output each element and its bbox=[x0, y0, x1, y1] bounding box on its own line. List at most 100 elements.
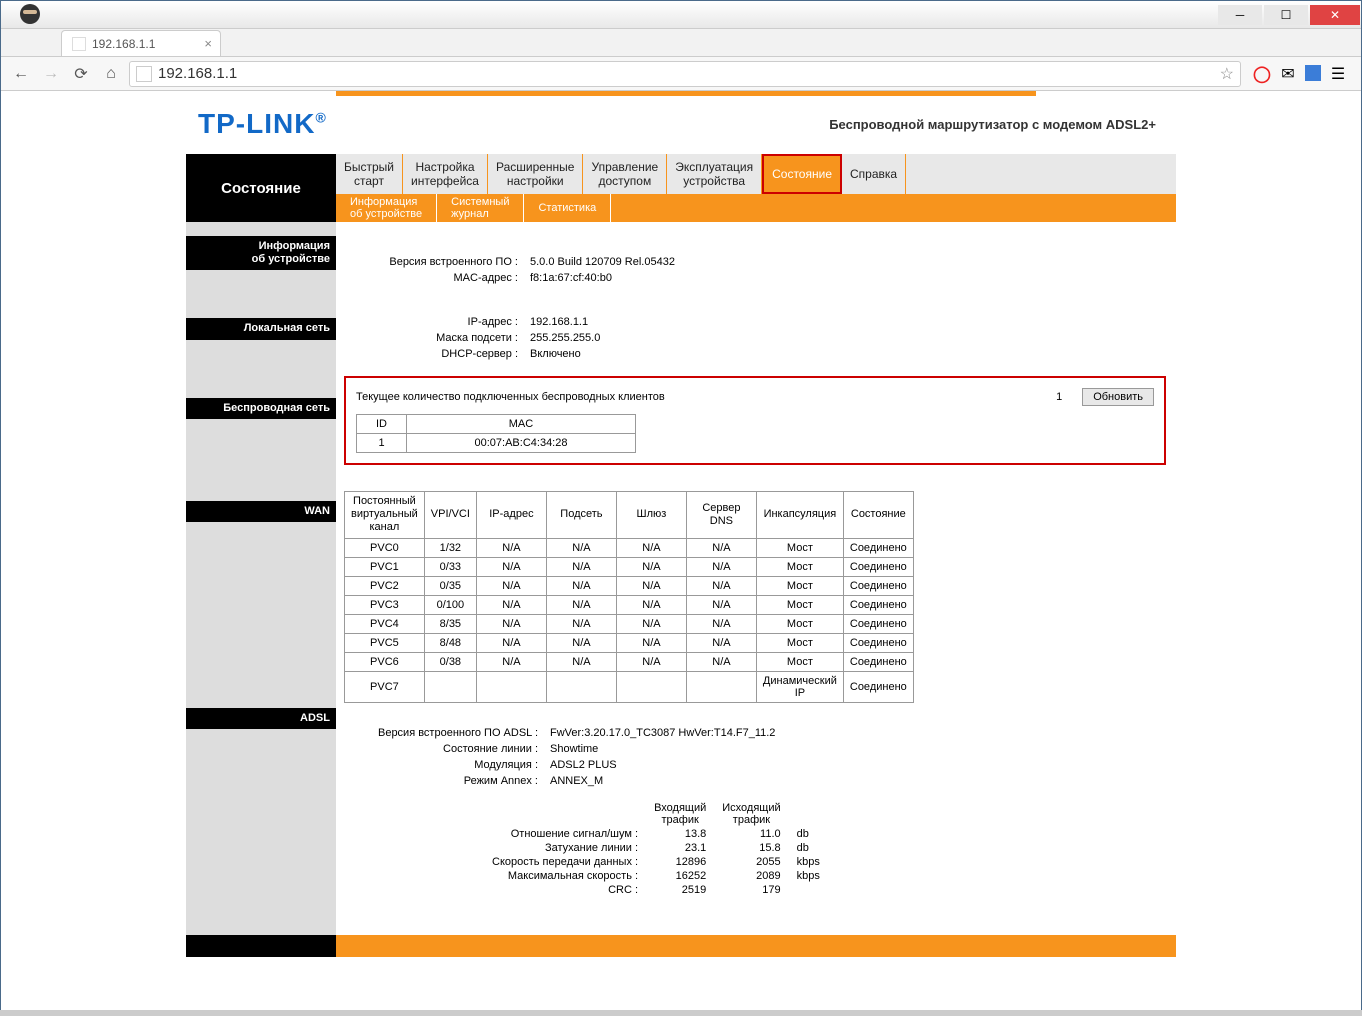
wan-th-dns: Сервер DNS bbox=[686, 492, 756, 539]
mac-label: MAC-адрес : bbox=[344, 272, 524, 284]
wan-row: PVC10/33N/AN/AN/AN/AМостСоединено bbox=[345, 557, 914, 576]
wan-th-subnet: Подсеть bbox=[546, 492, 616, 539]
window-minimize-button[interactable]: ─ bbox=[1218, 5, 1262, 25]
url-text: 192.168.1.1 bbox=[158, 65, 1220, 82]
main-tab-4[interactable]: Эксплуатацияустройства bbox=[667, 154, 762, 194]
rate-up: 2055 bbox=[714, 855, 788, 869]
lan-ip-label: IP-адрес : bbox=[344, 316, 524, 328]
nav-row: Состояние БыстрыйстартНастройкаинтерфейс… bbox=[186, 154, 1176, 222]
window-maximize-button[interactable]: ☐ bbox=[1264, 5, 1308, 25]
main-tab-5[interactable]: Состояние bbox=[762, 154, 842, 194]
snr-unit: db bbox=[789, 827, 828, 841]
crc-up: 179 bbox=[714, 883, 788, 897]
adsl-line-label: Состояние линии : bbox=[344, 743, 544, 755]
snr-label: Отношение сигнал/шум : bbox=[484, 827, 646, 841]
main-tab-2[interactable]: Расширенныенастройки bbox=[488, 154, 584, 194]
right-column: Версия встроенного ПО :5.0.0 Build 12070… bbox=[336, 222, 1176, 935]
rate-label: Скорость передачи данных : bbox=[484, 855, 646, 869]
adsl-annex-label: Режим Annex : bbox=[344, 775, 544, 787]
fw-label: Версия встроенного ПО : bbox=[344, 256, 524, 268]
sub-tab-1[interactable]: Системныйжурнал bbox=[437, 194, 524, 222]
window-close-button[interactable]: ✕ bbox=[1310, 5, 1360, 25]
max-label: Максимальная скорость : bbox=[484, 869, 646, 883]
nav-page-title: Состояние bbox=[186, 154, 336, 222]
tab-favicon bbox=[72, 37, 86, 51]
device-description: Беспроводной маршрутизатор с модемом ADS… bbox=[829, 117, 1156, 132]
mail-icon[interactable]: ✉ bbox=[1279, 65, 1297, 83]
main-tab-6[interactable]: Справка bbox=[842, 154, 906, 194]
back-button[interactable]: ← bbox=[9, 62, 33, 86]
home-button[interactable]: ⌂ bbox=[99, 62, 123, 86]
sub-tab-0[interactable]: Информацияоб устройстве bbox=[336, 194, 437, 222]
max-unit: kbps bbox=[789, 869, 828, 883]
section-label-device: Информацияоб устройстве bbox=[186, 236, 336, 270]
page-icon bbox=[136, 66, 152, 82]
tplink-logo: TP-LINK® bbox=[198, 108, 327, 140]
browser-tabbar: 192.168.1.1 × bbox=[1, 29, 1361, 57]
max-up: 2089 bbox=[714, 869, 788, 883]
tab-title: 192.168.1.1 bbox=[92, 37, 155, 51]
tab-close-button[interactable]: × bbox=[204, 36, 212, 51]
wlan-box: Текущее количество подключенных беспрово… bbox=[344, 376, 1166, 465]
wan-th-encap: Инкапсуляция bbox=[756, 492, 843, 539]
adsl-info-block: Версия встроенного ПО ADSL :FwVer:3.20.1… bbox=[344, 711, 1176, 907]
reload-button[interactable]: ⟳ bbox=[69, 62, 93, 86]
adsl-line-value: Showtime bbox=[544, 743, 1176, 755]
max-down: 16252 bbox=[646, 869, 714, 883]
adsl-fw-label: Версия встроенного ПО ADSL : bbox=[344, 727, 544, 739]
menu-icon[interactable]: ☰ bbox=[1329, 65, 1347, 83]
main-tabs: БыстрыйстартНастройкаинтерфейсаРасширенн… bbox=[336, 154, 1176, 194]
section-label-wlan: Беспроводная сеть bbox=[186, 398, 336, 419]
main-tab-1[interactable]: Настройкаинтерфейса bbox=[403, 154, 488, 194]
adsl-stats-table: Входящийтрафик Исходящийтрафик Отношение… bbox=[484, 801, 828, 897]
device-info-block: Версия встроенного ПО :5.0.0 Build 12070… bbox=[344, 236, 1176, 296]
att-down: 23.1 bbox=[646, 841, 714, 855]
wan-row: PVC48/35N/AN/AN/AN/AМостСоединено bbox=[345, 614, 914, 633]
lan-mask-value: 255.255.255.0 bbox=[524, 332, 1176, 344]
footer-orange bbox=[336, 935, 1176, 957]
wlan-clients-label: Текущее количество подключенных беспрово… bbox=[356, 391, 1036, 403]
wan-row: PVC7ДинамическийIPСоединено bbox=[345, 671, 914, 702]
att-up: 15.8 bbox=[714, 841, 788, 855]
rate-down: 12896 bbox=[646, 855, 714, 869]
sub-tab-2[interactable]: Статистика bbox=[524, 194, 611, 222]
page-viewport: TP-LINK® Беспроводной маршрутизатор с мо… bbox=[1, 91, 1361, 1015]
down-header: Входящийтрафик bbox=[646, 801, 714, 827]
adsl-mod-label: Модуляция : bbox=[344, 759, 544, 771]
main-tab-0[interactable]: Быстрыйстарт bbox=[336, 154, 403, 194]
wan-table: ПостоянныйвиртуальныйканалVPI/VCIIP-адре… bbox=[344, 491, 914, 703]
refresh-button[interactable]: Обновить bbox=[1082, 388, 1154, 406]
window-resize-bar bbox=[0, 1010, 1362, 1016]
up-header: Исходящийтрафик bbox=[714, 801, 788, 827]
wlan-row: 100:07:AB:C4:34:28 bbox=[357, 434, 636, 453]
lan-mask-label: Маска подсети : bbox=[344, 332, 524, 344]
left-column: Информацияоб устройстве Локальная сеть Б… bbox=[186, 222, 336, 935]
section-label-lan: Локальная сеть bbox=[186, 318, 336, 339]
wan-th-ip: IP-адрес bbox=[476, 492, 546, 539]
wan-th-pvc: Постоянныйвиртуальныйканал bbox=[345, 492, 425, 539]
adsl-fw-value: FwVer:3.20.17.0_TC3087 HwVer:T14.F7_11.2 bbox=[544, 727, 1176, 739]
address-bar[interactable]: 192.168.1.1 ☆ bbox=[129, 61, 1241, 87]
wan-row: PVC20/35N/AN/AN/AN/AМостСоединено bbox=[345, 576, 914, 595]
main-tab-3[interactable]: Управлениедоступом bbox=[583, 154, 667, 194]
wan-block: ПостоянныйвиртуальныйканалVPI/VCIIP-адре… bbox=[344, 473, 1176, 703]
adsl-annex-value: ANNEX_M bbox=[544, 775, 1176, 787]
wan-row: PVC01/32N/AN/AN/AN/AМостСоединено bbox=[345, 538, 914, 557]
browser-tab[interactable]: 192.168.1.1 × bbox=[61, 30, 221, 56]
lan-ip-value: 192.168.1.1 bbox=[524, 316, 1176, 328]
bookmark-star-icon[interactable]: ☆ bbox=[1220, 64, 1234, 84]
wlan-th-mac: MAC bbox=[407, 415, 636, 434]
app-icon bbox=[20, 4, 40, 24]
crc-down: 2519 bbox=[646, 883, 714, 897]
wan-row: PVC30/100N/AN/AN/AN/AМостСоединено bbox=[345, 595, 914, 614]
wlan-clients-table: IDMAC 100:07:AB:C4:34:28 bbox=[356, 414, 636, 453]
att-label: Затухание линии : bbox=[484, 841, 646, 855]
wan-row: PVC60/38N/AN/AN/AN/AМостСоединено bbox=[345, 652, 914, 671]
image-icon[interactable] bbox=[1305, 65, 1321, 81]
adblock-icon[interactable]: ◯ bbox=[1253, 65, 1271, 83]
mac-value: f8:1a:67:cf:40:b0 bbox=[524, 272, 1176, 284]
rate-unit: kbps bbox=[789, 855, 828, 869]
forward-button[interactable]: → bbox=[39, 62, 63, 86]
section-label-adsl: ADSL bbox=[186, 708, 336, 729]
wan-th-gw: Шлюз bbox=[616, 492, 686, 539]
